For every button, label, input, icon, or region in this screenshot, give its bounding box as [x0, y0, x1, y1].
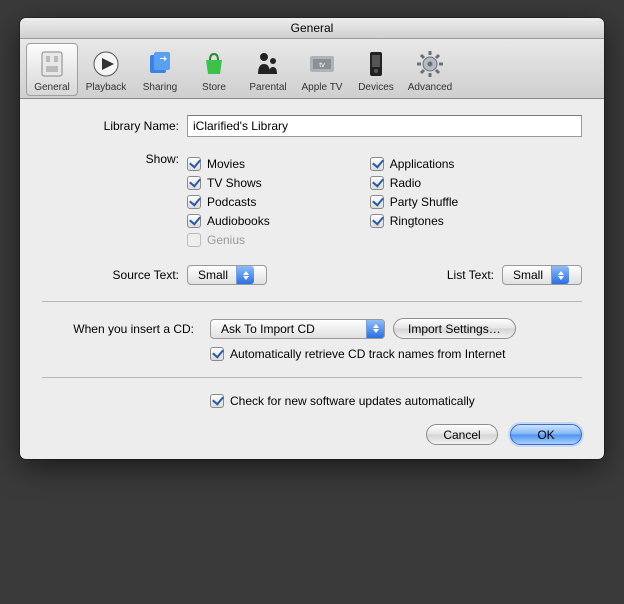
window-title: General: [20, 18, 604, 39]
divider: [42, 301, 582, 302]
library-name-input[interactable]: [187, 115, 582, 137]
tab-playback[interactable]: Playback: [80, 43, 132, 96]
checkbox-label: Applications: [390, 157, 455, 171]
tab-devices[interactable]: Devices: [350, 43, 402, 96]
general-icon: [36, 48, 68, 80]
list-text-popup[interactable]: Small: [502, 265, 582, 285]
svg-text:tv: tv: [319, 62, 325, 69]
advanced-icon: [414, 48, 446, 80]
checkbox-label: Movies: [207, 157, 245, 171]
checkbox-box: [210, 394, 224, 408]
checkbox-movies[interactable]: Movies: [187, 157, 270, 171]
checkbox-audiobooks[interactable]: Audiobooks: [187, 214, 270, 228]
checkbox-box: [187, 233, 201, 247]
tab-label: General: [34, 82, 70, 93]
checkbox-box: [187, 195, 201, 209]
popup-value: Small: [503, 266, 551, 284]
checkbox-auto-retrieve-cd[interactable]: Automatically retrieve CD track names fr…: [210, 347, 582, 361]
checkbox-label: Audiobooks: [207, 214, 270, 228]
checkbox-label: Party Shuffle: [390, 195, 458, 209]
button-label: Import Settings…: [408, 322, 501, 336]
dialog-footer: Cancel OK: [42, 424, 582, 445]
checkbox-label: TV Shows: [207, 176, 262, 190]
cancel-button[interactable]: Cancel: [426, 424, 498, 445]
checkbox-box: [187, 176, 201, 190]
library-name-row: Library Name:: [42, 115, 582, 137]
popup-arrows-icon: [551, 266, 569, 284]
tab-label: Sharing: [143, 82, 177, 93]
content-area: Library Name: Show: Movies TV Shows Podc…: [20, 99, 604, 459]
source-text-popup[interactable]: Small: [187, 265, 267, 285]
button-label: Cancel: [443, 428, 480, 442]
button-label: OK: [537, 428, 554, 442]
checkbox-label: Genius: [207, 233, 245, 247]
library-name-label: Library Name:: [42, 119, 187, 133]
checkbox-ringtones[interactable]: Ringtones: [370, 214, 458, 228]
import-settings-button[interactable]: Import Settings…: [393, 318, 516, 339]
tab-appletv[interactable]: tv Apple TV: [296, 43, 348, 96]
tab-advanced[interactable]: Advanced: [404, 43, 456, 96]
checkbox-label: Radio: [390, 176, 421, 190]
popup-arrows-icon: [366, 320, 384, 338]
checkbox-label: Ringtones: [390, 214, 444, 228]
popup-arrows-icon: [236, 266, 254, 284]
checkbox-box: [370, 157, 384, 171]
popup-value: Ask To Import CD: [211, 320, 366, 338]
list-text-label: List Text:: [447, 268, 494, 282]
ok-button[interactable]: OK: [510, 424, 582, 445]
tab-label: Devices: [358, 82, 394, 93]
checkbox-box: [210, 347, 224, 361]
preferences-window: General General Playback Sharing Store P…: [20, 18, 604, 459]
popup-value: Small: [188, 266, 236, 284]
tab-store[interactable]: Store: [188, 43, 240, 96]
text-size-row: Source Text: Small List Text: Small: [42, 265, 582, 285]
checkbox-label: Check for new software updates automatic…: [230, 394, 475, 408]
checkbox-check-updates[interactable]: Check for new software updates automatic…: [210, 394, 582, 408]
checkbox-box: [370, 195, 384, 209]
sharing-icon: [144, 48, 176, 80]
tab-general[interactable]: General: [26, 43, 78, 96]
checkbox-tvshows[interactable]: TV Shows: [187, 176, 270, 190]
checkbox-label: Automatically retrieve CD track names fr…: [230, 347, 505, 361]
show-label: Show:: [42, 151, 187, 166]
window-title-text: General: [291, 21, 334, 35]
checkbox-genius: Genius: [187, 233, 270, 247]
tab-label: Store: [202, 82, 226, 93]
playback-icon: [90, 48, 122, 80]
cd-action-popup[interactable]: Ask To Import CD: [210, 319, 385, 339]
source-text-label: Source Text:: [42, 268, 179, 282]
checkbox-box: [187, 157, 201, 171]
preferences-toolbar: General Playback Sharing Store Parental …: [20, 39, 604, 99]
divider: [42, 377, 582, 378]
store-icon: [198, 48, 230, 80]
checkbox-box: [370, 214, 384, 228]
cd-insert-label: When you insert a CD:: [42, 322, 202, 336]
checkbox-podcasts[interactable]: Podcasts: [187, 195, 270, 209]
appletv-icon: tv: [306, 48, 338, 80]
checkbox-label: Podcasts: [207, 195, 256, 209]
tab-label: Apple TV: [302, 82, 343, 93]
tab-label: Playback: [86, 82, 127, 93]
tab-parental[interactable]: Parental: [242, 43, 294, 96]
cd-insert-row: When you insert a CD: Ask To Import CD I…: [42, 318, 582, 339]
checkbox-radio[interactable]: Radio: [370, 176, 458, 190]
devices-icon: [360, 48, 392, 80]
tab-sharing[interactable]: Sharing: [134, 43, 186, 96]
checkbox-box: [370, 176, 384, 190]
parental-icon: [252, 48, 284, 80]
checkbox-partyshuffle[interactable]: Party Shuffle: [370, 195, 458, 209]
tab-label: Parental: [249, 82, 286, 93]
show-row: Show: Movies TV Shows Podcasts Audiobook…: [42, 151, 582, 247]
checkbox-box: [187, 214, 201, 228]
checkbox-applications[interactable]: Applications: [370, 157, 458, 171]
tab-label: Advanced: [408, 82, 452, 93]
